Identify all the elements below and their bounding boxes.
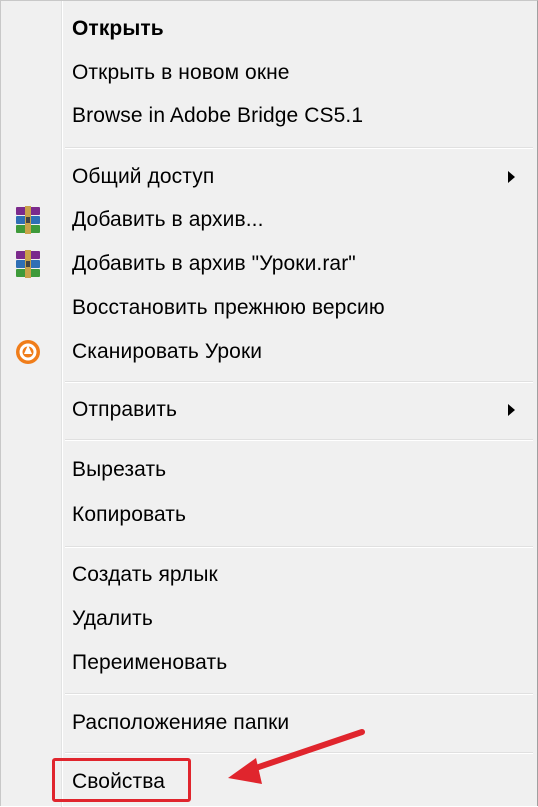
- pointer-arrow-icon: [228, 729, 365, 784]
- avast-icon: [13, 337, 43, 367]
- menu-item-label: Открыть в новом окне: [72, 61, 290, 84]
- menu-item-label: Отправить: [72, 398, 178, 421]
- menu-item-label: Добавить в архив "Уроки.rar": [72, 252, 356, 275]
- menu-item-restore-previous-versions[interactable]: Восстановить прежнюю версию: [1, 287, 537, 329]
- context-menu: Открыть Открыть в новом окне Browse in A…: [0, 0, 538, 807]
- menu-item-label: Открыть: [72, 17, 164, 40]
- menu-item-copy[interactable]: Копировать: [1, 494, 537, 536]
- menu-item-cut[interactable]: Вырезать: [1, 449, 537, 491]
- menu-item-rename[interactable]: Переименовать: [1, 642, 537, 684]
- menu-item-send-to[interactable]: Отправить: [1, 389, 537, 431]
- menu-item-label: Переименовать: [72, 651, 228, 674]
- menu-item-label: Копировать: [72, 503, 187, 526]
- menu-separator: [65, 147, 533, 149]
- menu-item-label: Общий доступ: [72, 165, 215, 188]
- menu-item-label: Browse in Adobe Bridge CS5.1: [72, 104, 364, 127]
- menu-item-sharing[interactable]: Общий доступ: [1, 156, 537, 198]
- menu-item-label: Добавить в архив...: [72, 208, 264, 231]
- highlight-box: [52, 758, 191, 802]
- menu-item-scan[interactable]: Сканировать Уроки: [1, 331, 537, 373]
- menu-item-label: Вырезать: [72, 458, 167, 481]
- submenu-arrow-icon: [508, 171, 515, 183]
- menu-item-add-to-rar[interactable]: Добавить в архив "Уроки.rar": [1, 243, 537, 285]
- menu-separator: [65, 546, 533, 548]
- winrar-icon: [13, 249, 43, 279]
- menu-separator: [65, 439, 533, 441]
- menu-separator: [65, 381, 533, 383]
- menu-item-label: Восстановить прежнюю версию: [72, 296, 385, 319]
- menu-item-add-to-archive[interactable]: Добавить в архив...: [1, 199, 537, 241]
- menu-item-delete[interactable]: Удалить: [1, 598, 537, 640]
- menu-item-browse-adobe-bridge[interactable]: Browse in Adobe Bridge CS5.1: [1, 95, 537, 137]
- menu-separator: [65, 693, 533, 695]
- menu-item-label: Удалить: [72, 607, 153, 630]
- menu-item-label: Сканировать Уроки: [72, 340, 263, 363]
- menu-item-label: Создать ярлык: [72, 563, 218, 586]
- menu-item-create-shortcut[interactable]: Создать ярлык: [1, 554, 537, 596]
- winrar-icon: [13, 205, 43, 235]
- menu-item-open-new-window[interactable]: Открыть в новом окне: [1, 52, 537, 94]
- menu-item-open[interactable]: Открыть: [1, 8, 537, 50]
- submenu-arrow-icon: [508, 404, 515, 416]
